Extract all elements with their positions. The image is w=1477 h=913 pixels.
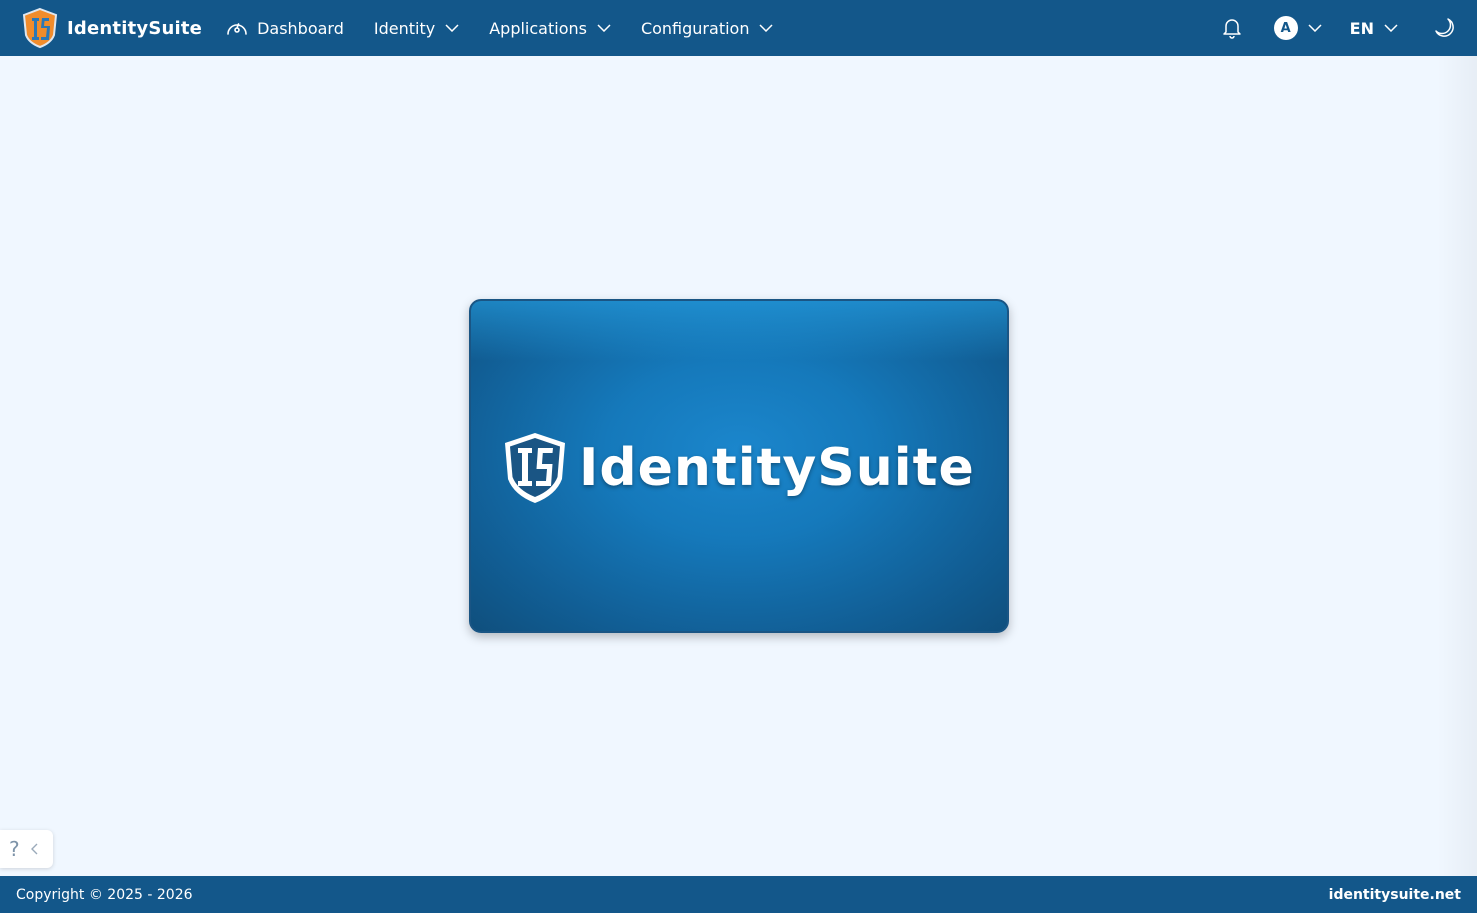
nav-dashboard[interactable]: Dashboard [226,0,344,56]
brand-name: IdentitySuite [67,17,203,39]
hero-banner: IdentitySuite [469,299,1009,633]
chevron-down-icon [759,24,773,32]
nav-dashboard-label: Dashboard [257,18,344,38]
nav-identity-menu[interactable]: Identity [374,0,459,56]
user-menu[interactable]: A [1273,16,1322,40]
chevron-left-icon [30,843,38,855]
nav-applications-menu[interactable]: Applications [489,0,611,56]
avatar: A [1273,16,1298,40]
identitysuite-logo-icon [22,7,58,49]
nav-configuration-menu[interactable]: Configuration [641,0,774,56]
dashboard-gauge-icon [227,23,247,35]
identitysuite-shield-logo-icon [505,433,565,503]
chevron-down-icon [445,24,459,32]
hero-logo-group: IdentitySuite [501,431,975,505]
language-selector[interactable]: EN [1350,19,1398,38]
nav-configuration-label: Configuration [640,18,750,38]
help-toggle[interactable]: ? [0,830,53,868]
nav-applications-label: Applications [489,18,587,38]
dark-mode-moon-icon[interactable] [1434,17,1456,39]
hero-title: IdentitySuite [579,438,975,498]
footer-website-link[interactable]: identitysuite.net [1329,887,1461,903]
notifications-bell-icon[interactable] [1222,17,1242,39]
footer: Copyright © 2025 - 2026 identitysuite.ne… [0,876,1477,913]
nav-identity-label: Identity [373,18,436,38]
scroll-edge-shade [1437,56,1477,876]
chevron-down-icon [597,24,611,32]
help-question-icon: ? [9,837,20,861]
top-navbar: IdentitySuite Dashboard Identity Applica… [0,0,1477,56]
chevron-down-icon [1308,24,1322,32]
footer-copyright: Copyright © 2025 - 2026 [16,886,193,903]
chevron-down-icon [1384,24,1398,32]
brand[interactable]: IdentitySuite [21,0,202,56]
language-label: EN [1349,18,1374,38]
navbar-tools: A EN [1222,0,1477,56]
